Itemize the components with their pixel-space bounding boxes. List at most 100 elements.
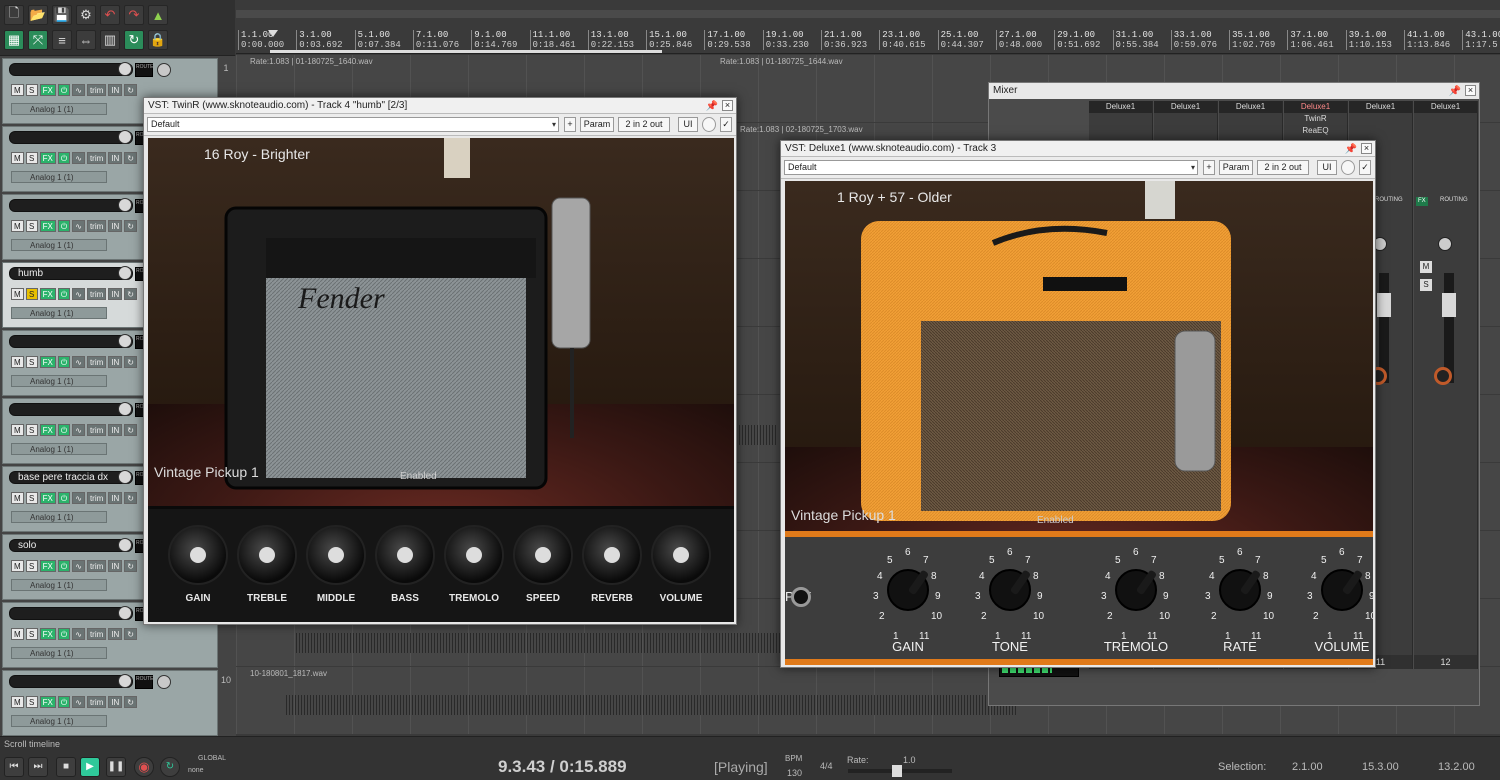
input-selector[interactable]: Analog 1 (1) [11, 443, 107, 455]
twin-speed-knob[interactable] [513, 525, 573, 585]
fx-button[interactable]: FX [39, 696, 56, 708]
repeat-icon[interactable]: ↻ [160, 757, 180, 777]
plugin-title-bar[interactable]: VST: TwinR (www.sknoteaudio.com) - Track… [144, 98, 736, 114]
fx-bypass-icon[interactable]: ⏻ [57, 696, 71, 708]
mixer-title-bar[interactable]: Mixer 📌 × [989, 83, 1479, 99]
fx-bypass-icon[interactable]: ⏻ [57, 560, 71, 572]
solo-button[interactable]: S [25, 492, 38, 504]
fx-bypass-icon[interactable]: ⏻ [57, 492, 71, 504]
trim-label[interactable]: trim [86, 696, 107, 708]
track-name-field[interactable] [9, 607, 133, 620]
pin-icon[interactable]: 📌 [1449, 84, 1461, 100]
trim-label[interactable]: trim [86, 288, 107, 300]
fx-slot[interactable]: TwinR [1284, 114, 1347, 125]
bypass-checkbox[interactable]: ✓ [1359, 160, 1371, 175]
channel-fx-name[interactable]: Deluxe1 [1219, 101, 1282, 113]
input-selector[interactable]: Analog 1 (1) [11, 375, 107, 387]
volume-knob[interactable] [118, 334, 132, 348]
twin-gain-knob[interactable] [168, 525, 228, 585]
input-selector[interactable]: Analog 1 (1) [11, 511, 107, 523]
fx-button[interactable]: FX [39, 560, 56, 572]
param-button[interactable]: Param [1219, 160, 1253, 175]
track-name-field[interactable] [9, 63, 133, 76]
volume-knob[interactable] [118, 266, 132, 280]
envelope-icon[interactable]: ∿ [72, 560, 85, 572]
track-name-field[interactable]: solo [9, 539, 133, 552]
trim-label[interactable]: trim [86, 628, 107, 640]
metronome-icon[interactable]: ▲ [148, 5, 168, 25]
deluxe-rate-knob[interactable] [1219, 569, 1261, 611]
record-mode-icon[interactable]: ↻ [124, 492, 137, 504]
envelope-icon[interactable]: ∿ [72, 84, 85, 96]
mute-button[interactable]: M [11, 152, 24, 164]
mute-button[interactable]: M [11, 424, 24, 436]
pin-icon[interactable]: 📌 [706, 99, 718, 115]
solo-button[interactable]: S [25, 84, 38, 96]
volume-knob[interactable] [118, 402, 132, 416]
track-name-field[interactable]: base pere traccia dx [9, 471, 133, 484]
record-mode-icon[interactable]: ↻ [124, 356, 137, 368]
channel-fx-name[interactable]: Deluxe1 [1284, 101, 1347, 113]
mute-button[interactable]: M [11, 492, 24, 504]
input-button[interactable]: IN [108, 628, 123, 640]
lock-icon[interactable]: 🔒 [148, 30, 168, 50]
mute-button[interactable]: M [11, 560, 24, 572]
record-mode-icon[interactable]: ↻ [124, 152, 137, 164]
save-project-icon[interactable]: 💾 [52, 5, 72, 25]
volume-knob[interactable] [118, 62, 132, 76]
fx-button[interactable]: FX [39, 288, 56, 300]
track-name-field[interactable] [9, 675, 133, 688]
plugin-title-bar[interactable]: VST: Deluxe1 (www.sknoteaudio.com) - Tra… [781, 141, 1375, 157]
fx-button[interactable]: FX [39, 152, 56, 164]
envelope-icon[interactable]: ∿ [72, 492, 85, 504]
route-button[interactable]: ROUTE [135, 675, 154, 689]
io-button[interactable]: 2 in 2 out [618, 117, 670, 132]
record-icon[interactable]: ◉ [134, 757, 154, 777]
track-header[interactable]: ROUTE M S FX ⏻ ∿ trim IN ↻ Analog 1 (1) 10 [2, 670, 231, 736]
record-mode-icon[interactable]: ↻ [124, 84, 137, 96]
pan-knob[interactable] [157, 63, 171, 77]
ripple-icon[interactable]: ≡ [52, 30, 72, 50]
envelope-icon[interactable]: ∿ [72, 152, 85, 164]
fx-bypass-icon[interactable]: ⏻ [57, 424, 71, 436]
wet-knob[interactable] [1341, 160, 1355, 175]
fx-bypass-icon[interactable]: ⏻ [57, 220, 71, 232]
input-selector[interactable]: Analog 1 (1) [11, 579, 107, 591]
grid-icon[interactable]: ▦ [4, 30, 24, 50]
solo-button[interactable]: S [25, 560, 38, 572]
mute-button[interactable]: M [11, 696, 24, 708]
input-button[interactable]: IN [108, 84, 123, 96]
fx-button[interactable]: FX [39, 492, 56, 504]
rate-slider[interactable] [848, 765, 952, 777]
stop-icon[interactable]: ■ [56, 757, 76, 777]
mute-button[interactable]: M [11, 220, 24, 232]
track-name-field[interactable] [9, 335, 133, 348]
input-selector[interactable]: Analog 1 (1) [11, 715, 107, 727]
input-selector[interactable]: Analog 1 (1) [11, 171, 107, 183]
fx-bypass-icon[interactable]: ⏻ [57, 288, 71, 300]
envelope-icon[interactable]: ∿ [72, 288, 85, 300]
ui-button[interactable]: UI [1317, 160, 1337, 175]
trim-label[interactable]: trim [86, 152, 107, 164]
twin-bass-knob[interactable] [375, 525, 435, 585]
channel-fx-name[interactable]: Deluxe1 [1089, 101, 1152, 113]
solo-button[interactable]: S [25, 152, 38, 164]
track-name-field[interactable] [9, 199, 133, 212]
add-preset-button[interactable]: + [1203, 160, 1215, 175]
mute-button[interactable]: M [11, 84, 24, 96]
fx-button[interactable]: FX [39, 628, 56, 640]
track-name-field[interactable] [9, 403, 133, 416]
record-mode-icon[interactable]: ↻ [124, 628, 137, 640]
mute-button[interactable]: M [11, 356, 24, 368]
bypass-checkbox[interactable]: ✓ [720, 117, 732, 132]
deluxe-volume-knob[interactable] [1321, 569, 1363, 611]
envelope-icon[interactable]: ∿ [72, 628, 85, 640]
snap-icon[interactable]: ⤧ [28, 30, 48, 50]
fx-bypass-icon[interactable]: ⏻ [57, 356, 71, 368]
fx-bypass-icon[interactable]: ⏻ [57, 152, 71, 164]
preset-dropdown[interactable]: Default ▾ [784, 160, 1198, 175]
input-selector[interactable]: Analog 1 (1) [11, 647, 107, 659]
playhead-marker-icon[interactable] [268, 30, 278, 37]
envelope-icon[interactable]: ∿ [72, 424, 85, 436]
io-button[interactable]: 2 in 2 out [1257, 160, 1309, 175]
